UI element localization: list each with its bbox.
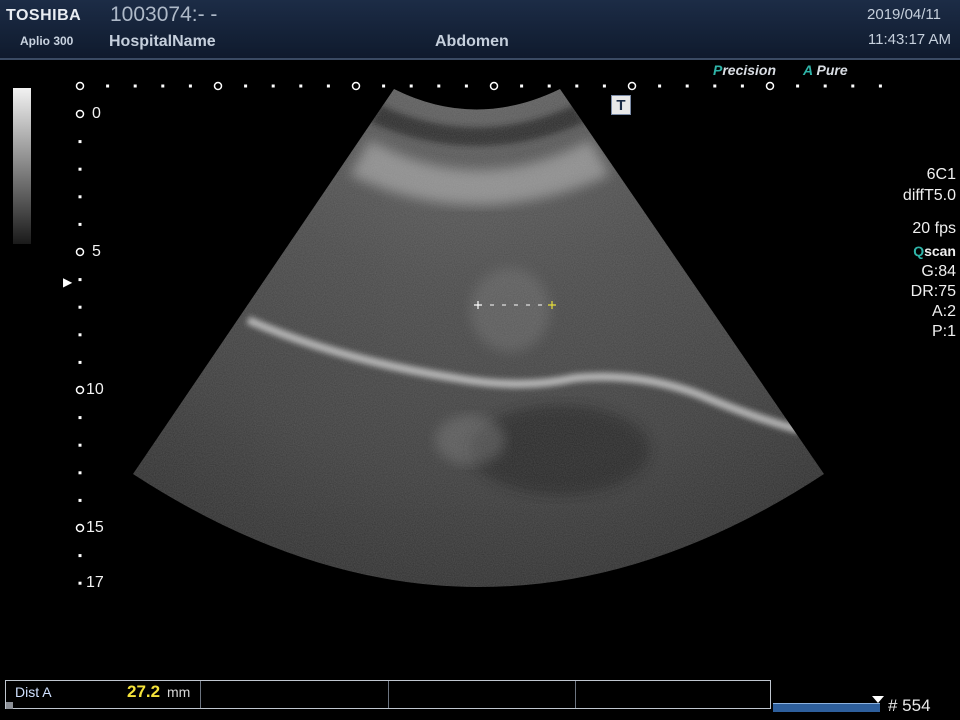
lateral-scale-minor-tick <box>299 84 303 88</box>
lateral-scale-minor-tick <box>244 84 248 88</box>
depth-scale-minor-tick <box>78 471 82 475</box>
cine-position-marker[interactable] <box>872 696 884 703</box>
scan-parameters: 6C1 diffT5.0 20 fps Qscan G:84 DR:75 A:2… <box>903 164 956 342</box>
lateral-scale-minor-tick <box>713 84 717 88</box>
probe-name: 6C1 <box>926 166 956 183</box>
lateral-scale-minor-tick <box>796 84 800 88</box>
lateral-scale-minor-tick <box>851 84 855 88</box>
depth-scale-major-tick <box>75 247 85 257</box>
lateral-scale-major-tick <box>627 81 637 91</box>
lateral-scale-minor-tick <box>271 84 275 88</box>
depth-scale-minor-tick <box>78 195 82 199</box>
lateral-scale-major-tick <box>489 81 499 91</box>
measurement-bar: Dist A 27.2 mm <box>5 680 771 709</box>
lateral-scale-minor-tick <box>740 84 744 88</box>
lateral-scale-minor-tick <box>188 84 192 88</box>
a-value: A:2 <box>931 303 956 320</box>
depth-scale-minor-tick <box>78 278 82 282</box>
lateral-scale-minor-tick <box>161 84 165 88</box>
lateral-scale-major-tick <box>75 81 85 91</box>
body-marker-icon[interactable]: T <box>611 95 631 115</box>
lateral-scale-minor-tick <box>685 84 689 88</box>
preset-name: diffT5.0 <box>902 187 956 204</box>
lateral-scale-minor-tick <box>133 84 137 88</box>
measurement-cell-dist-a[interactable]: Dist A 27.2 mm <box>6 681 202 708</box>
measurement-cell-empty <box>576 681 770 708</box>
frame-rate: 20 fps <box>912 220 956 237</box>
depth-scale-minor-tick <box>78 140 82 144</box>
lateral-scale-major-tick <box>351 81 361 91</box>
cine-progress-bar[interactable] <box>773 703 880 712</box>
depth-scale-minor-tick <box>78 333 82 337</box>
focus-marker-icon[interactable]: ▶ <box>63 275 72 289</box>
frame-number: # 554 <box>888 696 931 715</box>
lateral-scale-minor-tick <box>106 84 110 88</box>
depth-scale-minor-tick <box>78 581 82 585</box>
lateral-scale-minor-tick <box>823 84 827 88</box>
qscan-label: Qscan <box>913 243 956 259</box>
lateral-scale-minor-tick <box>658 84 662 88</box>
depth-scale-major-tick <box>75 385 85 395</box>
lateral-scale-major-tick <box>765 81 775 91</box>
lateral-scale-minor-tick <box>602 84 606 88</box>
depth-scale-minor-tick <box>78 554 82 558</box>
depth-scale-minor-tick <box>78 222 82 226</box>
lateral-scale-minor-tick <box>878 84 882 88</box>
depth-label-15: 15 <box>86 519 104 536</box>
lateral-scale-minor-tick <box>547 84 551 88</box>
depth-scale-minor-tick <box>78 416 82 420</box>
corner-indicator <box>6 702 13 709</box>
lateral-scale <box>75 81 882 91</box>
lateral-scale-major-tick <box>213 81 223 91</box>
sector-scan <box>133 89 824 587</box>
lateral-scale-minor-tick <box>409 84 413 88</box>
p-value: P:1 <box>931 323 956 340</box>
lateral-scale-minor-tick <box>382 84 386 88</box>
dynamic-range-value: DR:75 <box>910 283 956 300</box>
depth-scale-minor-tick <box>78 498 82 502</box>
measurement-unit: mm <box>167 684 191 700</box>
depth-scale-minor-tick <box>78 167 82 171</box>
depth-scale-major-tick <box>75 523 85 533</box>
depth-label-10: 10 <box>86 381 104 398</box>
depth-scale-minor-tick <box>78 443 82 447</box>
gain-value: G:84 <box>921 263 956 280</box>
lateral-scale-minor-tick <box>437 84 441 88</box>
measurement-cell-empty <box>201 681 389 708</box>
depth-scale-minor-tick <box>78 305 82 309</box>
depth-label-5: 5 <box>92 243 101 260</box>
measurement-cell-empty <box>389 681 576 708</box>
lateral-scale-minor-tick <box>520 84 524 88</box>
depth-scale-major-tick <box>75 109 85 119</box>
depth-scale <box>75 109 85 585</box>
ultrasound-image <box>75 81 882 587</box>
lateral-scale-minor-tick <box>575 84 579 88</box>
measurement-label: Dist A <box>15 684 52 700</box>
lateral-scale-minor-tick <box>326 84 330 88</box>
depth-scale-minor-tick <box>78 360 82 364</box>
measurement-value: 27.2 <box>127 682 161 701</box>
depth-label-17: 17 <box>86 574 104 591</box>
lateral-scale-minor-tick <box>464 84 468 88</box>
depth-label-0: 0 <box>92 105 101 122</box>
